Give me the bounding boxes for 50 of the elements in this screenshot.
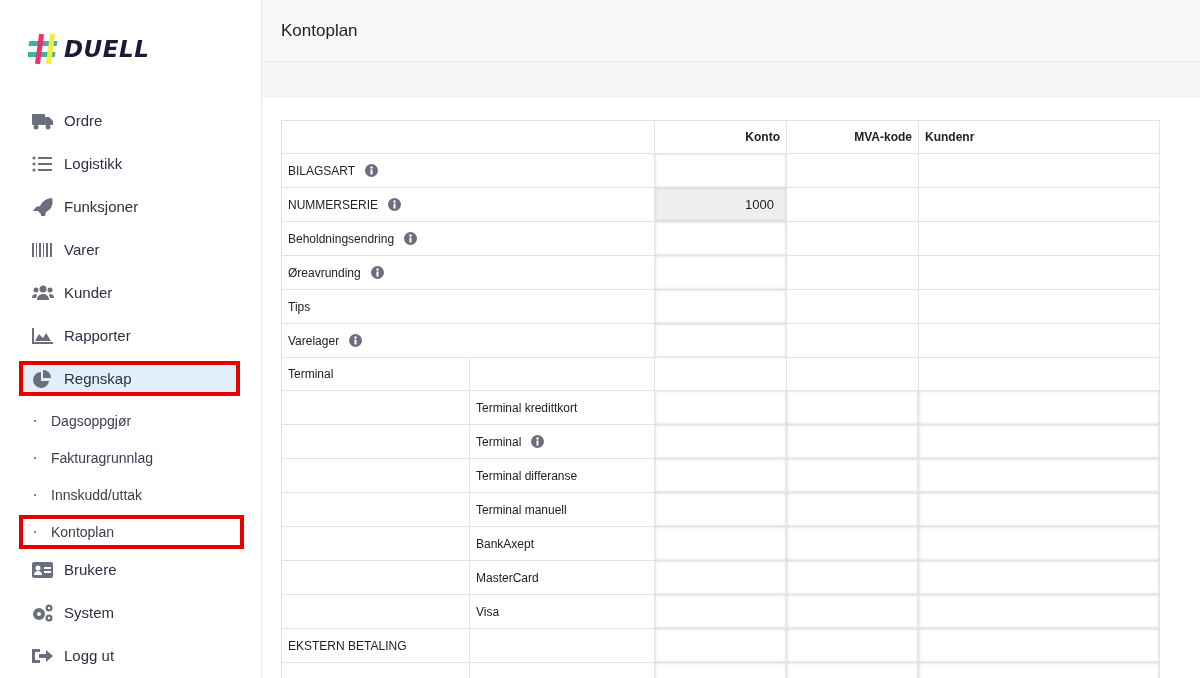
users-icon (32, 283, 54, 302)
list-icon (32, 154, 54, 173)
row-label: Visa (476, 604, 500, 619)
barcode-icon (32, 240, 54, 259)
nav-item[interactable]: Ordre (19, 103, 240, 138)
info-icon (388, 198, 401, 211)
logo-text: DUELL (64, 36, 150, 62)
truck-icon (32, 111, 54, 130)
row-label: Terminal (288, 367, 334, 381)
column-header: Kundenr (925, 130, 975, 144)
nav-item[interactable]: Regnskap (19, 361, 240, 396)
nav-subitem[interactable]: Innskudd/uttak (19, 478, 244, 512)
pie-icon (32, 369, 54, 388)
info-icon (404, 232, 418, 245)
nav-item[interactable]: Logistikk (19, 146, 240, 181)
nav-item[interactable]: Rapporter (19, 318, 240, 353)
row-label: Terminal kredittkort (476, 400, 578, 415)
row-label: Terminal differanse (476, 468, 578, 483)
logout-icon (32, 646, 54, 665)
row-label: Øreavrunding (288, 265, 361, 280)
nav-item[interactable]: Kunder (19, 275, 240, 310)
nav-item[interactable]: Logg ut (19, 638, 240, 673)
row-label: MasterCard (476, 570, 539, 585)
nav-item[interactable]: System (19, 595, 240, 630)
gears-icon (32, 603, 54, 622)
info-icon (365, 164, 379, 177)
row-label: BILAGSART (288, 163, 356, 178)
info-icon (531, 435, 545, 448)
row-label: Varelager (288, 333, 340, 348)
row-label: Tips (288, 299, 311, 314)
row-label: Terminal (476, 434, 522, 449)
nav-subitem[interactable]: Fakturagrunnlag (19, 441, 244, 475)
nav-item[interactable]: Varer (19, 232, 240, 267)
nav-item[interactable]: Funksjoner (19, 189, 240, 224)
card-icon (32, 560, 54, 579)
row-label: BankAxept (476, 536, 535, 551)
info-icon (370, 266, 384, 279)
row-label: Beholdningsendring (288, 231, 395, 246)
info-icon (349, 334, 363, 347)
rocket-icon (32, 197, 54, 216)
row-label: Terminal manuell (476, 502, 567, 517)
column-header: Konto (745, 130, 780, 144)
nav-item[interactable]: Brukere (19, 552, 240, 587)
chart-icon (32, 326, 54, 345)
row-label: EKSTERN BETALING (288, 638, 407, 653)
page-title: Kontoplan (281, 20, 358, 41)
nav-subitem[interactable]: Kontoplan (19, 515, 244, 549)
nav-subitem[interactable]: Dagsoppgjør (19, 404, 244, 438)
column-header: MVA-kode (854, 130, 912, 144)
row-label: NUMMERSERIE (288, 197, 378, 212)
